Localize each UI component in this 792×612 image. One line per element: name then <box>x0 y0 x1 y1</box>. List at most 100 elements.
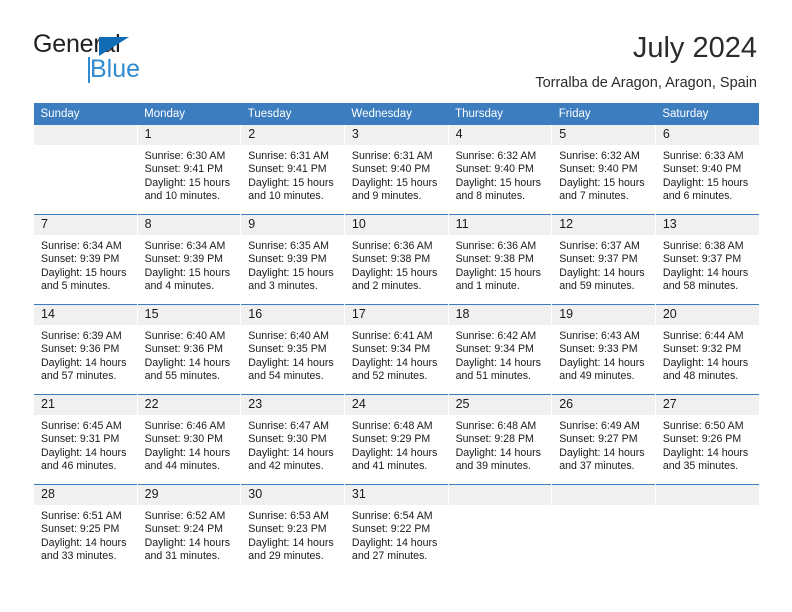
daylight-text: Daylight: 14 hours and 57 minutes. <box>41 356 127 383</box>
calendar-day-cell[interactable]: 13 Sunrise: 6:38 AM Sunset: 9:37 PM Dayligh… <box>654 214 759 305</box>
calendar-day-cell[interactable]: 4 Sunrise: 6:32 AM Sunset: 9:40 PM Daylight… <box>447 125 552 215</box>
calendar-day-cell[interactable]: 28 Sunrise: 6:51 AM Sunset: 9:25 PM Dayligh… <box>33 484 138 574</box>
daylight-text: Daylight: 14 hours and 29 minutes. <box>248 536 334 563</box>
calendar-day-cell[interactable]: 18 Sunrise: 6:42 AM Sunset: 9:34 PM Dayligh… <box>447 304 552 395</box>
daylight-text: Daylight: 14 hours and 51 minutes. <box>455 356 541 383</box>
page-title: July 2024 <box>632 32 757 64</box>
sunrise-text: Sunrise: 6:53 AM <box>248 510 329 522</box>
day-number: 1 <box>137 125 241 145</box>
calendar-day-cell[interactable]: 10 Sunrise: 6:36 AM Sunset: 9:38 PM Dayligh… <box>343 214 449 305</box>
day-number: 29 <box>137 485 241 505</box>
sunset-text: Sunset: 9:37 PM <box>559 253 638 266</box>
sunset-text: Sunset: 9:30 PM <box>248 433 327 446</box>
calendar-day-cell[interactable]: 17 Sunrise: 6:41 AM Sunset: 9:34 PM Dayligh… <box>343 304 449 395</box>
daylight-text: Daylight: 14 hours and 41 minutes. <box>351 446 438 473</box>
sunrise-text: Sunrise: 6:48 AM <box>351 420 433 432</box>
calendar-day-cell[interactable]: 15 Sunrise: 6:40 AM Sunset: 9:36 PM Dayligh… <box>136 304 241 395</box>
sunset-text: Sunset: 9:37 PM <box>662 253 742 266</box>
calendar-day-cell[interactable]: 29 Sunrise: 6:52 AM Sunset: 9:24 PM Dayligh… <box>136 484 241 574</box>
daylight-text: Daylight: 15 hours and 10 minutes. <box>248 176 334 203</box>
calendar-day-cell[interactable]: 31 Sunrise: 6:54 AM Sunset: 9:22 PM Dayligh… <box>343 484 449 574</box>
sunrise-text: Sunrise: 6:31 AM <box>248 150 329 162</box>
day-info: Sunrise: 6:36 AM Sunset: 9:38 PM Daylight:… <box>449 235 552 294</box>
day-info: Sunrise: 6:54 AM Sunset: 9:22 PM Daylight:… <box>345 505 448 564</box>
day-info: Sunrise: 6:38 AM Sunset: 9:37 PM Daylight:… <box>656 235 759 294</box>
day-number <box>655 485 759 505</box>
calendar-day-cell[interactable]: 21 Sunrise: 6:45 AM Sunset: 9:31 PM Dayligh… <box>33 394 138 485</box>
calendar-day-cell[interactable]: 2 Sunrise: 6:31 AM Sunset: 9:41 PM Daylight… <box>240 125 345 215</box>
calendar-day-cell[interactable]: 16 Sunrise: 6:40 AM Sunset: 9:35 PM Dayligh… <box>240 304 345 395</box>
day-info: Sunrise: 6:53 AM Sunset: 9:23 PM Daylight:… <box>241 505 344 564</box>
day-info: Sunrise: 6:35 AM Sunset: 9:39 PM Daylight:… <box>241 235 344 294</box>
day-info: Sunrise: 6:49 AM Sunset: 9:27 PM Daylight:… <box>552 415 655 474</box>
calendar-day-cell-empty <box>447 484 552 574</box>
calendar-day-cell[interactable]: 24 Sunrise: 6:48 AM Sunset: 9:29 PM Dayligh… <box>343 394 449 485</box>
sunrise-text: Sunrise: 6:40 AM <box>144 330 226 342</box>
daylight-text: Daylight: 14 hours and 31 minutes. <box>144 536 231 563</box>
sunset-text: Sunset: 9:28 PM <box>455 433 534 446</box>
calendar-day-cell[interactable]: 11 Sunrise: 6:36 AM Sunset: 9:38 PM Dayligh… <box>447 214 552 305</box>
calendar-day-cell[interactable]: 12 Sunrise: 6:37 AM Sunset: 9:37 PM Dayligh… <box>551 214 656 305</box>
day-number: 11 <box>448 215 552 235</box>
calendar-day-cell[interactable]: 20 Sunrise: 6:44 AM Sunset: 9:32 PM Dayligh… <box>654 304 759 395</box>
sunset-text: Sunset: 9:36 PM <box>41 343 120 356</box>
calendar-day-cell[interactable]: 5 Sunrise: 6:32 AM Sunset: 9:40 PM Daylight… <box>551 125 656 215</box>
calendar-day-cell[interactable]: 23 Sunrise: 6:47 AM Sunset: 9:30 PM Dayligh… <box>240 394 345 485</box>
daylight-text: Daylight: 15 hours and 1 minute. <box>455 266 541 293</box>
logo-triangle-icon <box>99 37 129 56</box>
weekday-header-saturday: Saturday <box>655 103 759 125</box>
day-info: Sunrise: 6:30 AM Sunset: 9:41 PM Daylight:… <box>138 145 241 204</box>
sunset-text: Sunset: 9:40 PM <box>662 163 742 176</box>
calendar-day-cell[interactable]: 25 Sunrise: 6:48 AM Sunset: 9:28 PM Dayligh… <box>447 394 552 485</box>
calendar-day-cell[interactable]: 6 Sunrise: 6:33 AM Sunset: 9:40 PM Daylight… <box>654 125 759 215</box>
calendar-day-cell[interactable]: 30 Sunrise: 6:53 AM Sunset: 9:23 PM Dayligh… <box>240 484 345 574</box>
daylight-text: Daylight: 15 hours and 7 minutes. <box>559 176 645 203</box>
calendar-day-cell-empty <box>551 484 656 574</box>
sunset-text: Sunset: 9:29 PM <box>351 433 431 446</box>
sunset-text: Sunset: 9:24 PM <box>144 523 223 536</box>
general-blue-logo[interactable]: General Blue <box>33 30 263 92</box>
daylight-text: Daylight: 14 hours and 59 minutes. <box>559 266 645 293</box>
day-info: Sunrise: 6:31 AM Sunset: 9:40 PM Daylight:… <box>345 145 448 204</box>
calendar-day-cell[interactable]: 3 Sunrise: 6:31 AM Sunset: 9:40 PM Daylight… <box>343 125 449 215</box>
logo-text-blue: Blue <box>90 55 141 83</box>
calendar-day-cell[interactable]: 14 Sunrise: 6:39 AM Sunset: 9:36 PM Dayligh… <box>33 304 138 395</box>
calendar-day-cell-empty <box>654 484 759 574</box>
calendar-day-cell[interactable]: 27 Sunrise: 6:50 AM Sunset: 9:26 PM Dayligh… <box>654 394 759 485</box>
calendar-week-row: 28 Sunrise: 6:51 AM Sunset: 9:25 PM Dayligh… <box>33 484 759 574</box>
day-info: Sunrise: 6:31 AM Sunset: 9:41 PM Daylight:… <box>241 145 344 204</box>
page-header: General Blue July 2024 Torralba de Arago… <box>33 30 757 96</box>
sunrise-text: Sunrise: 6:33 AM <box>662 150 744 162</box>
day-info: Sunrise: 6:44 AM Sunset: 9:32 PM Daylight:… <box>656 325 759 384</box>
sunset-text: Sunset: 9:23 PM <box>248 523 327 536</box>
calendar-day-cell[interactable]: 8 Sunrise: 6:34 AM Sunset: 9:39 PM Daylight… <box>136 214 241 305</box>
day-number: 26 <box>552 395 655 415</box>
daylight-text: Daylight: 14 hours and 33 minutes. <box>41 536 127 563</box>
day-info: Sunrise: 6:37 AM Sunset: 9:37 PM Daylight:… <box>552 235 655 294</box>
daylight-text: Daylight: 15 hours and 2 minutes. <box>351 266 438 293</box>
day-info: Sunrise: 6:43 AM Sunset: 9:33 PM Daylight:… <box>552 325 655 384</box>
day-number: 24 <box>344 395 448 415</box>
sunset-text: Sunset: 9:31 PM <box>41 433 120 446</box>
day-number: 7 <box>34 215 137 235</box>
day-info: Sunrise: 6:39 AM Sunset: 9:36 PM Daylight:… <box>34 325 137 384</box>
sunrise-text: Sunrise: 6:34 AM <box>144 240 226 252</box>
calendar-day-cell[interactable]: 9 Sunrise: 6:35 AM Sunset: 9:39 PM Daylight… <box>240 214 345 305</box>
sunrise-text: Sunrise: 6:32 AM <box>559 150 640 162</box>
day-number: 22 <box>137 395 241 415</box>
title-block: July 2024 Torralba de Aragon, Aragon, Sp… <box>535 30 757 94</box>
calendar-day-cell[interactable]: 22 Sunrise: 6:46 AM Sunset: 9:30 PM Dayligh… <box>136 394 241 485</box>
calendar-page: General Blue July 2024 Torralba de Arago… <box>0 0 792 612</box>
sunset-text: Sunset: 9:36 PM <box>144 343 223 356</box>
sunrise-text: Sunrise: 6:41 AM <box>351 330 433 342</box>
calendar-week-row: 1 Sunrise: 6:30 AM Sunset: 9:41 PM Daylight… <box>33 125 759 215</box>
daylight-text: Daylight: 14 hours and 52 minutes. <box>351 356 438 383</box>
calendar-day-cell[interactable]: 19 Sunrise: 6:43 AM Sunset: 9:33 PM Dayligh… <box>551 304 656 395</box>
calendar-day-cell[interactable]: 1 Sunrise: 6:30 AM Sunset: 9:41 PM Daylight… <box>136 125 241 215</box>
daylight-text: Daylight: 15 hours and 4 minutes. <box>144 266 231 293</box>
calendar-day-cell[interactable]: 7 Sunrise: 6:34 AM Sunset: 9:39 PM Daylight… <box>33 214 138 305</box>
day-number: 14 <box>34 305 137 325</box>
daylight-text: Daylight: 14 hours and 37 minutes. <box>559 446 645 473</box>
sunrise-text: Sunrise: 6:42 AM <box>455 330 537 342</box>
calendar-day-cell[interactable]: 26 Sunrise: 6:49 AM Sunset: 9:27 PM Dayligh… <box>551 394 656 485</box>
